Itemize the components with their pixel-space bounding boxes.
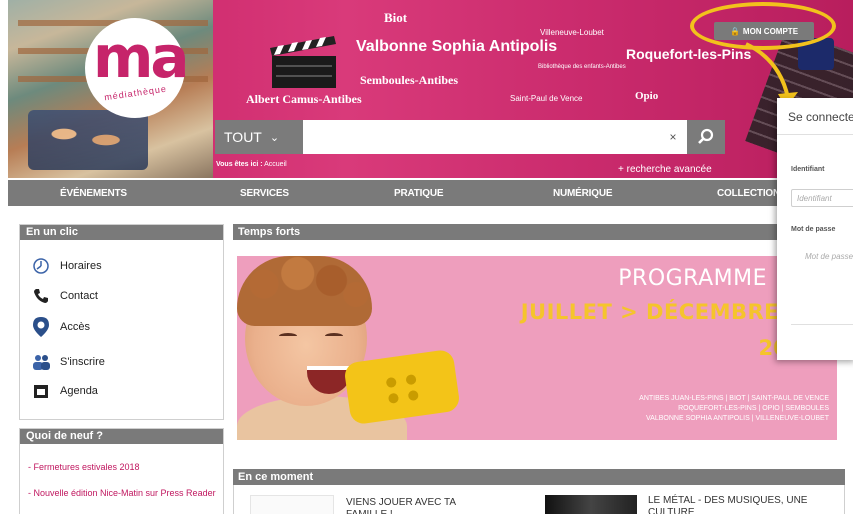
event-title[interactable]: LE MÉTAL - DES MUSIQUES, UNE CULTURE [648, 495, 838, 514]
breadcrumb-prefix: Vous êtes ici : [216, 161, 263, 168]
username-field[interactable]: Identifiant [791, 189, 853, 207]
quick-link-label: Agenda [60, 385, 98, 397]
highlights-title: Temps forts [233, 224, 845, 240]
event-thumbnail[interactable] [545, 495, 637, 514]
search-scope-label: TOUT [224, 129, 262, 145]
city-semboules: Semboules-Antibes [360, 73, 459, 87]
main-nav: ÉVÉNEMENTS SERVICES PRATIQUE NUMÉRIQUE C… [8, 180, 853, 206]
news-title: Quoi de neuf ? [20, 429, 223, 444]
password-field[interactable]: Mot de passe [805, 248, 853, 266]
promo-dates: JUILLET > DÉCEMBRE [520, 300, 779, 324]
promo-towns: ANTIBES JUAN-LES-PINS | BIOT | SAINT-PAU… [639, 395, 829, 422]
nav-item-pratique[interactable]: PRATIQUE [394, 188, 444, 199]
nav-item-numerique[interactable]: NUMÉRIQUE [553, 188, 613, 199]
quick-links-panel: En un clic Horaires Contact Accès S'insc… [19, 224, 224, 420]
news-link[interactable]: - Nouvelle édition Nice-Matin sur Press … [28, 487, 218, 499]
search-button[interactable] [687, 120, 725, 154]
quick-link-contact[interactable]: Contact [32, 287, 98, 305]
search-icon [698, 128, 714, 144]
city-valbonne: Valbonne Sophia Antipolis [356, 38, 558, 55]
current-events-title: En ce moment [233, 469, 845, 485]
quick-link-label: Contact [60, 290, 98, 302]
search-scope-select[interactable]: TOUT ⌄ [215, 120, 303, 154]
news-panel: Quoi de neuf ? - Fermetures estivales 20… [19, 428, 224, 514]
login-title: Se connecter [788, 110, 853, 124]
username-label: Identifiant [791, 166, 825, 173]
nav-item-services[interactable]: SERVICES [240, 188, 289, 199]
search-bar: TOUT ⌄ × [215, 120, 725, 154]
advanced-search-link[interactable]: + recherche avancée [618, 164, 712, 175]
city-biot: Biot [384, 10, 408, 25]
quick-link-horaires[interactable]: Horaires [32, 257, 102, 275]
quick-link-label: Horaires [60, 260, 102, 272]
login-popup: Se connecter Identifiant Identifiant Mot… [777, 98, 853, 360]
event-title[interactable]: VIENS JOUER AVEC TA FAMILLE ! [346, 497, 496, 514]
calendar-icon [32, 382, 50, 400]
city-albert-camus: Albert Camus-Antibes [246, 92, 362, 106]
logo-text[interactable]: ma [93, 28, 190, 86]
quick-link-label: Accès [60, 321, 90, 333]
chevron-down-icon: ⌄ [269, 131, 280, 144]
nav-item-evenements[interactable]: ÉVÉNEMENTS [60, 188, 127, 199]
users-icon [32, 353, 50, 371]
city-opio: Opio [635, 90, 659, 102]
city-villeneuve: Villeneuve-Loubet [540, 28, 604, 37]
city-biblio-enfants: Bibliothèque des enfants-Antibes [538, 64, 626, 70]
page: { "header": { "logo_text": "ma", "logo_s… [0, 0, 853, 514]
program-banner[interactable]: PROGRAMME JUILLET > DÉCEMBRE 2018 ANTIBE… [237, 256, 837, 440]
phone-icon [32, 287, 50, 305]
clock-icon [32, 257, 50, 275]
breadcrumb-current[interactable]: Accueil [264, 161, 287, 168]
search-input[interactable] [303, 120, 659, 154]
event-thumbnail[interactable] [250, 495, 334, 514]
quick-link-inscrire[interactable]: S'inscrire [32, 353, 105, 371]
quick-link-label: S'inscrire [60, 356, 105, 368]
clear-search-button[interactable]: × [659, 120, 687, 154]
breadcrumb: Vous êtes ici : Accueil [216, 161, 287, 168]
news-link[interactable]: - Fermetures estivales 2018 [28, 461, 218, 473]
clapperboard-icon [270, 36, 336, 88]
city-saint-paul: Saint-Paul de Vence [510, 94, 583, 103]
promo-title: PROGRAMME [618, 266, 767, 291]
city-roquefort: Roquefort-les-Pins [626, 46, 752, 62]
quick-link-agenda[interactable]: Agenda [32, 382, 98, 400]
password-label: Mot de passe [791, 226, 836, 233]
quick-link-acces[interactable]: Accès [32, 317, 90, 337]
quick-links-title: En un clic [20, 225, 223, 240]
map-pin-icon [32, 317, 50, 337]
